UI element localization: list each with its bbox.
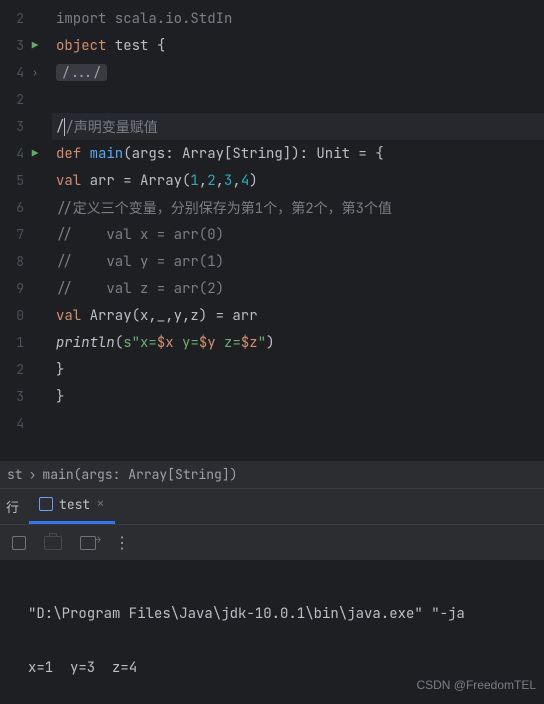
line-number: 3: [6, 118, 24, 135]
code-area[interactable]: import scala.io.StdIn object test { /...…: [52, 0, 544, 460]
breadcrumb[interactable]: st › main(args: Array[String]): [0, 460, 544, 488]
line-number: 3: [6, 37, 24, 54]
line-number: 4: [6, 64, 24, 81]
run-toolbar: ⋮: [0, 524, 544, 560]
file-icon: [39, 497, 53, 511]
line-number: 5: [6, 172, 24, 189]
line-number: 6: [6, 199, 24, 216]
console-line: "D:\Program Files\Java\jdk-10.0.1\bin\ja…: [28, 601, 534, 628]
tab-test[interactable]: test ×: [29, 487, 115, 524]
tab-left-label[interactable]: 行: [0, 497, 29, 524]
line-number: 3: [6, 388, 24, 405]
gutter: 2 3▶ 4› 2 3 4▶ 5 6 7 8 9 0 1 2 3 4: [0, 0, 52, 460]
line-number: 0: [6, 307, 24, 324]
line-number: 9: [6, 280, 24, 297]
line-number: 8: [6, 253, 24, 270]
line-number: 7: [6, 226, 24, 243]
line-number: 4: [6, 415, 24, 432]
line-number: 4: [6, 145, 24, 162]
export-icon[interactable]: [80, 536, 96, 550]
line-number: 2: [6, 91, 24, 108]
line-number: 2: [6, 361, 24, 378]
fold-placeholder[interactable]: /.../: [56, 64, 107, 81]
close-icon[interactable]: ×: [96, 495, 104, 513]
line-number: 1: [6, 334, 24, 351]
tab-label: test: [59, 496, 90, 513]
run-gutter-icon[interactable]: ▶: [24, 39, 46, 53]
line-number: 2: [6, 10, 24, 27]
camera-icon[interactable]: [44, 536, 62, 550]
watermark: CSDN @FreedomTEL: [416, 678, 536, 692]
run-tabs: 行 test ×: [0, 488, 544, 524]
run-gutter-icon[interactable]: ▶: [24, 147, 46, 161]
fold-icon[interactable]: ›: [24, 66, 46, 79]
code-editor[interactable]: 2 3▶ 4› 2 3 4▶ 5 6 7 8 9 0 1 2 3 4 impor…: [0, 0, 544, 460]
stop-icon[interactable]: [12, 536, 26, 550]
more-icon[interactable]: ⋮: [114, 532, 131, 553]
